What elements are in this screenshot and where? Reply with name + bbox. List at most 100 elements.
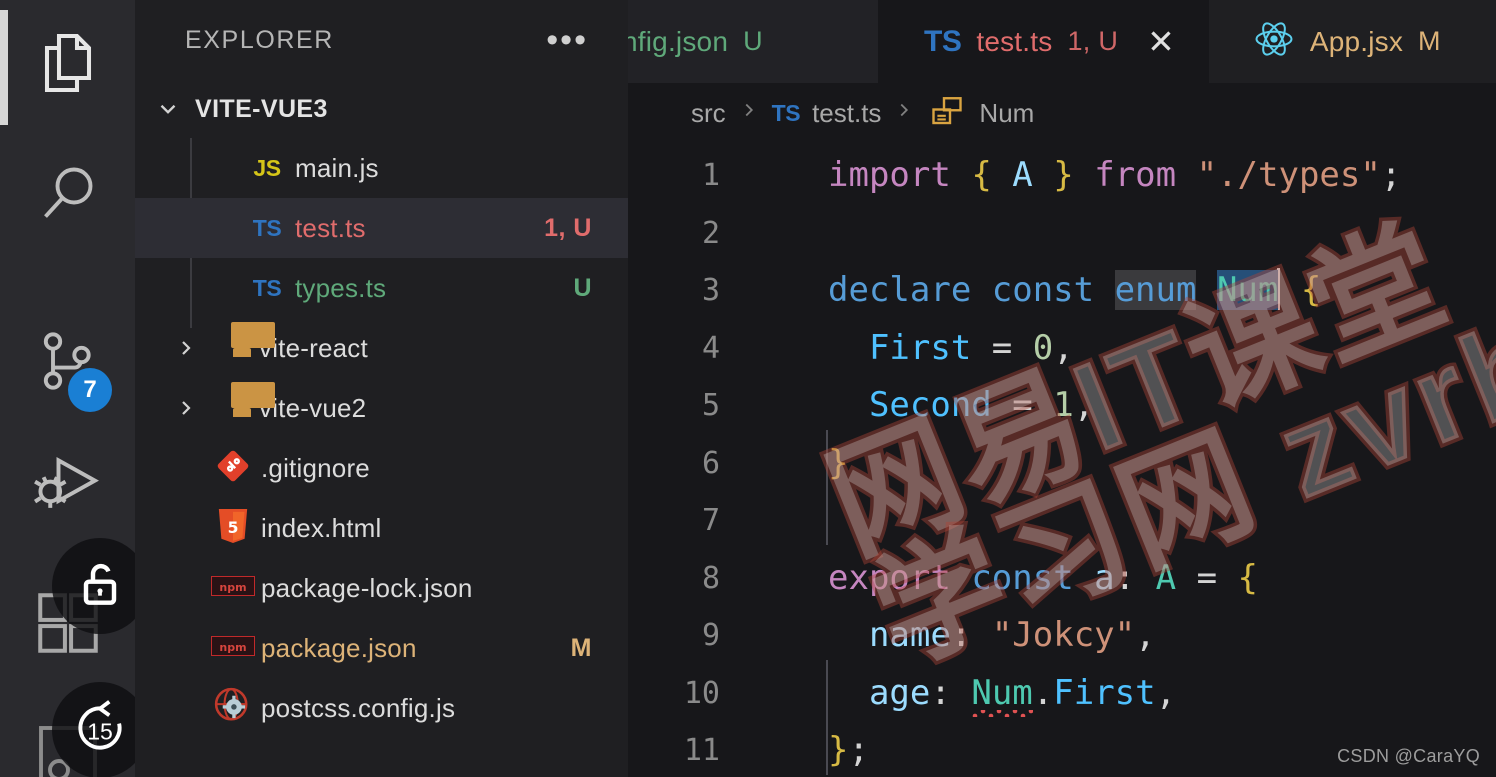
editor-tabs: nfig.json U TS test.ts 1, U ✕ App.jsx M (628, 0, 1496, 83)
code-token: = (1012, 385, 1033, 425)
tree-row[interactable]: JS main.js (135, 138, 628, 198)
tab-label: nfig.json (628, 25, 729, 57)
code-line[interactable]: 6} (628, 435, 1496, 493)
file-status-badge: 1, U (544, 213, 592, 242)
tree-row[interactable]: 5 index.html (135, 498, 628, 558)
tree-row[interactable]: npm package.json M (135, 618, 628, 678)
tree-root-vite-vue3[interactable]: VITE-VUE3 (135, 80, 628, 138)
code-line[interactable]: 2 (628, 205, 1496, 263)
code-line[interactable]: 10 age: Num .First, (628, 665, 1496, 723)
file-label: test.ts (295, 212, 366, 243)
code-token: { (971, 155, 992, 195)
react-icon (1253, 18, 1295, 65)
code-line-content: Second = 1, (738, 377, 1094, 435)
breadcrumb-icon: TS (772, 100, 801, 127)
code-token: from (1094, 155, 1177, 195)
svg-text:5: 5 (228, 519, 239, 537)
editor-tab[interactable]: TS test.ts 1, U ✕ (878, 0, 1209, 83)
tree-row[interactable]: vite-react (135, 318, 628, 378)
code-token: Num (1216, 270, 1279, 310)
tree-row[interactable]: npm package-lock.json (135, 558, 628, 618)
vscode-window: 7 15 EXPLORER ••• VITE-VUE3 JS main.js T… (0, 0, 1496, 777)
code-line[interactable]: 8 export const a: A = { (628, 550, 1496, 608)
postcss-file-icon (211, 684, 255, 733)
close-icon[interactable]: ✕ (1147, 25, 1175, 58)
activity-item-source-control[interactable]: 7 (0, 306, 135, 416)
tree-row[interactable]: postcss.config.js (135, 678, 628, 738)
tree-row[interactable]: TS test.ts 1, U (135, 198, 628, 258)
breadcrumb-segment[interactable]: src (691, 98, 726, 129)
code-line[interactable]: 5 Second = 1, (628, 377, 1496, 435)
code-token: , (1155, 672, 1177, 713)
source-control-badge: 7 (68, 368, 112, 412)
code-line-content: First = 0, (738, 320, 1074, 378)
file-status-badge: U (573, 273, 592, 302)
video-unlock-button[interactable] (52, 538, 148, 634)
html-file-icon: 5 (216, 507, 250, 550)
code-token: Num (971, 673, 1033, 717)
tab-label: test.ts (976, 25, 1053, 57)
unlock-icon (72, 556, 128, 617)
js-file-icon: JS (253, 154, 281, 181)
tab-status-badge: M (1418, 26, 1441, 56)
file-label: postcss.config.js (261, 692, 456, 723)
editor-tab[interactable]: App.jsx M (1208, 0, 1467, 83)
tree-row[interactable]: .gitignore (135, 438, 628, 498)
code-line-content: declare const enum Num { (738, 262, 1321, 320)
file-icon-wrap: npm (205, 634, 261, 661)
code-line-content: } (738, 435, 848, 493)
code-line[interactable]: 7 (628, 492, 1496, 550)
file-label: vite-react (259, 332, 368, 363)
code-token: A (1012, 155, 1033, 195)
more-actions-icon[interactable]: ••• (546, 23, 588, 57)
code-token: "./types" (1196, 155, 1381, 195)
file-label: package.json (261, 632, 417, 663)
file-label: types.ts (295, 272, 387, 303)
editor-tab[interactable]: nfig.json U (628, 0, 878, 83)
code-token: } (828, 730, 849, 770)
git-file-icon (214, 447, 252, 490)
error-squiggle (971, 709, 1033, 717)
tree-row[interactable]: TS types.ts U (135, 258, 628, 318)
file-label: .gitignore (261, 452, 370, 483)
code-editor[interactable]: 1 import { A } from "./types"; 2 3 declare c… (628, 143, 1496, 777)
search-icon (32, 159, 104, 231)
file-label: main.js (295, 152, 379, 183)
line-number: 1 (701, 158, 720, 193)
breadcrumb-segment[interactable]: Num (979, 98, 1034, 129)
code-line[interactable]: 4 First = 0, (628, 320, 1496, 378)
rewind-seconds-label: 15 (87, 718, 113, 745)
chevron-right-icon[interactable] (169, 396, 203, 420)
code-line[interactable]: 3 declare const enum Num { (628, 262, 1496, 320)
activity-item-explorer[interactable] (0, 8, 135, 118)
enum-icon (927, 93, 967, 134)
file-icon-wrap: JS (239, 155, 295, 182)
code-line[interactable]: 9 name: "Jokcy", (628, 607, 1496, 665)
explorer-sidebar: EXPLORER ••• VITE-VUE3 JS main.js TS test.t… (135, 0, 628, 777)
code-token: . (1032, 672, 1054, 713)
tab-status-badge: 1, U (1067, 26, 1119, 56)
code-line[interactable]: 1 import { A } from "./types"; (628, 147, 1496, 205)
activity-item-run-and-debug[interactable] (0, 432, 135, 542)
line-number: 7 (701, 503, 720, 538)
breadcrumb-segment[interactable]: test.ts (812, 98, 881, 129)
code-token: ; (1380, 155, 1402, 195)
activity-item-search[interactable] (0, 140, 135, 250)
video-rewind-button[interactable]: 15 (52, 682, 148, 777)
file-icon-wrap: 5 (205, 507, 261, 550)
tree-row[interactable]: vite-vue2 (135, 378, 628, 438)
file-icon-wrap (205, 447, 261, 490)
file-label: package-lock.json (261, 572, 473, 603)
svg-text:npm: npm (219, 641, 246, 654)
run-debug-icon (30, 449, 106, 525)
file-icon-wrap: TS (239, 275, 295, 302)
chevron-right-icon[interactable] (169, 336, 203, 360)
